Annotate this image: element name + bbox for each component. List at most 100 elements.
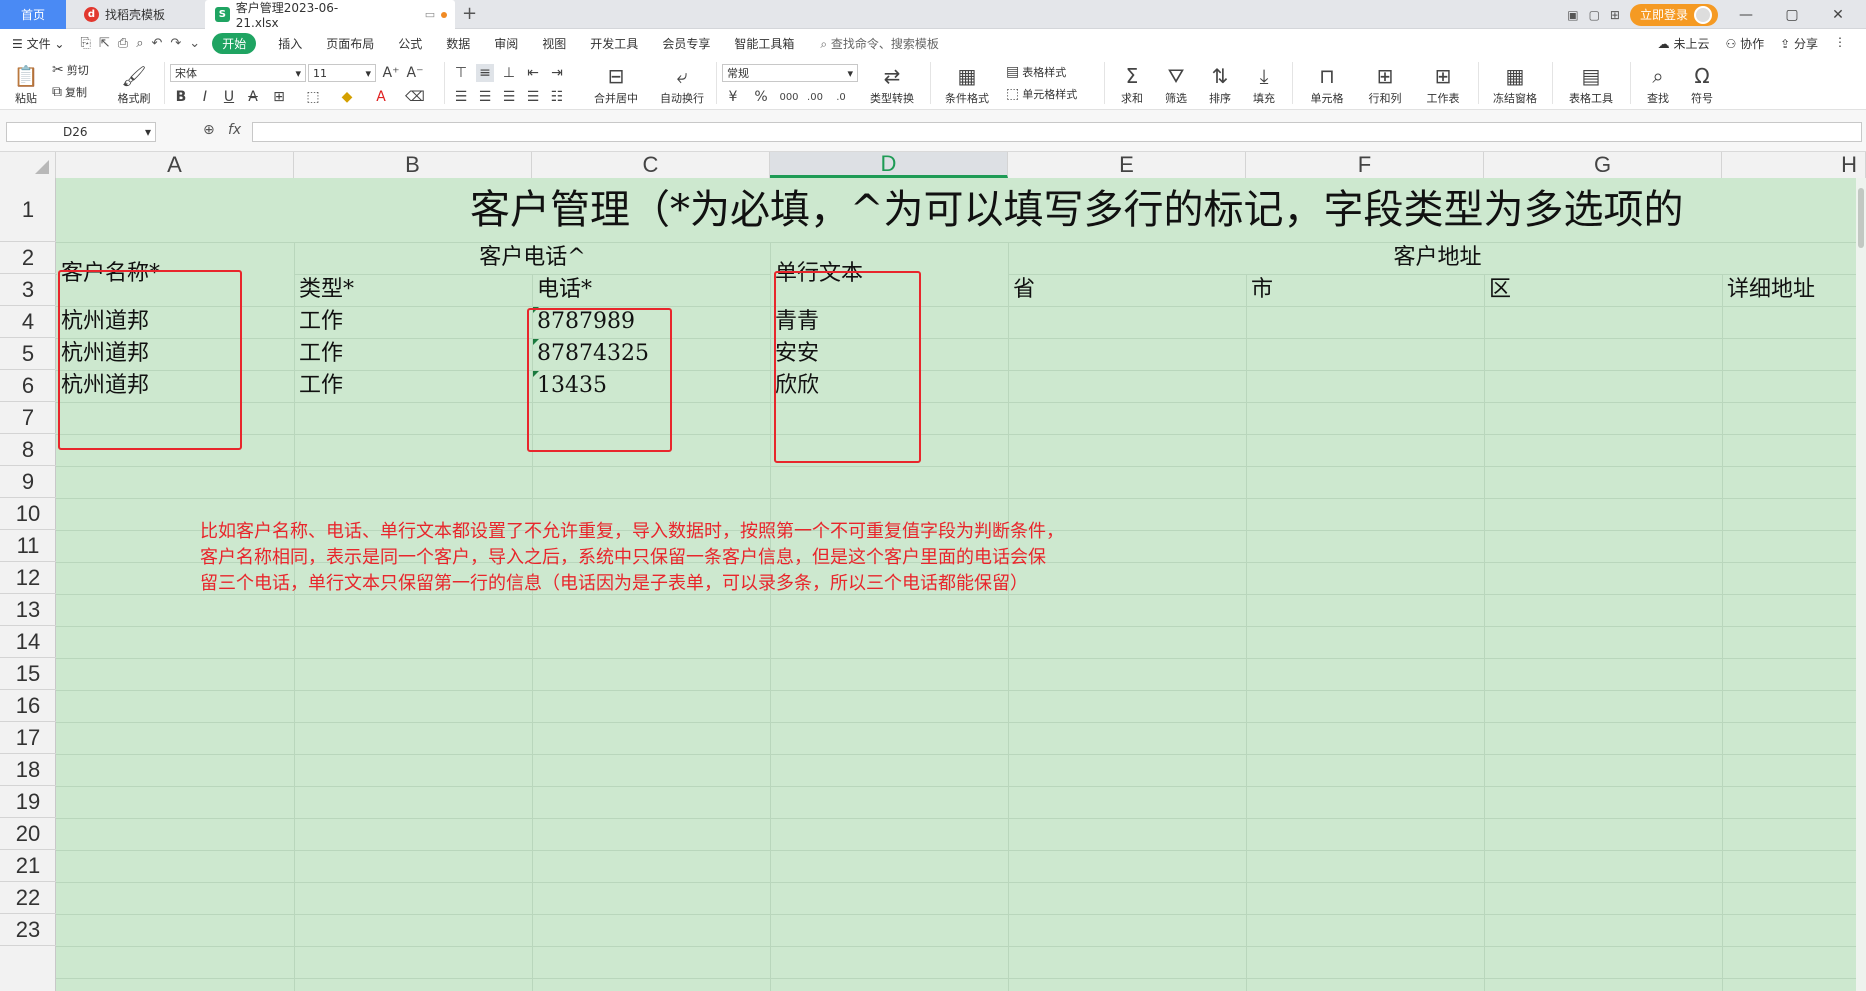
menu-review[interactable]: 审阅 [482, 35, 530, 52]
col-header-h[interactable]: H [1722, 152, 1866, 178]
cell-b2-customer-phone[interactable]: 客户电话^ [295, 242, 770, 274]
cell-c3-phone[interactable]: 电话* [533, 274, 592, 306]
cloud-button[interactable]: ☁ 未上云 [1658, 35, 1710, 52]
cell-b4[interactable]: 工作 [295, 306, 343, 338]
cell-e3-province[interactable]: 省 [1009, 274, 1035, 306]
row-header-9[interactable]: 9 [0, 466, 56, 498]
preview-icon[interactable]: ⌕ [132, 36, 147, 51]
paste-button[interactable]: 📋 粘贴 [8, 60, 44, 106]
filter-button[interactable]: ⛛ 筛选 [1156, 60, 1196, 106]
col-header-a[interactable]: A [56, 152, 294, 178]
table-tools-button[interactable]: ▤ 表格工具 [1560, 60, 1622, 106]
col-header-f[interactable]: F [1246, 152, 1484, 178]
row-header-12[interactable]: 12 [0, 562, 56, 594]
command-search[interactable]: ⌕ 查找命令、搜索模板 [820, 35, 939, 52]
cell-b3-type[interactable]: 类型* [295, 274, 354, 306]
distributed-icon[interactable]: ☷ [548, 88, 566, 106]
sort-button[interactable]: ⇅ 排序 [1200, 60, 1240, 106]
sheet-grid[interactable]: 客户管理（*为必填，^为可以填写多行的标记，字段类型为多选项的 客户名称* 客户… [0, 178, 1866, 991]
save-icon[interactable]: ⎘ [76, 36, 94, 51]
row-header-20[interactable]: 20 [0, 818, 56, 850]
menu-page-layout[interactable]: 页面布局 [314, 35, 386, 52]
bold-icon[interactable]: B [172, 88, 190, 106]
grow-font-icon[interactable]: A⁺ [382, 64, 400, 82]
minimize-icon[interactable]: — [1728, 7, 1764, 23]
cond-format-button[interactable]: ▦ 条件格式 [938, 60, 996, 106]
menu-view[interactable]: 视图 [530, 35, 578, 52]
currency-icon[interactable]: ¥ [724, 88, 742, 106]
indent-increase-icon[interactable]: ⇥ [548, 64, 566, 82]
row-header-19[interactable]: 19 [0, 786, 56, 818]
justify-icon[interactable]: ☰ [524, 88, 542, 106]
more-icon[interactable]: ⌄ [185, 36, 204, 51]
cell-button[interactable]: ⊓ 单元格 [1300, 60, 1354, 106]
row-header-15[interactable]: 15 [0, 658, 56, 690]
format-painter-button[interactable]: 🖌 格式刷 [112, 60, 156, 106]
merge-center-button[interactable]: ⊟ 合并居中 [586, 60, 646, 106]
cell-style-button[interactable]: ⬚ 单元格样式 [1006, 86, 1077, 102]
col-header-e[interactable]: E [1008, 152, 1246, 178]
font-size-select[interactable]: 11 ▾ [308, 64, 376, 82]
fx-button[interactable]: fx [228, 122, 241, 138]
menu-start[interactable]: 开始 [212, 32, 257, 54]
indent-decrease-icon[interactable]: ⇤ [524, 64, 542, 82]
collab-button[interactable]: ⚇ 协作 [1726, 35, 1765, 52]
symbol-button[interactable]: Ω 符号 [1682, 60, 1722, 106]
share-button[interactable]: ⇪ 分享 [1780, 35, 1818, 52]
type-convert-button[interactable]: ⇄ 类型转换 [862, 60, 922, 106]
number-format-select[interactable]: 常规 ▾ [722, 64, 858, 82]
apps-grid-icon[interactable]: ⊞ [1610, 8, 1620, 22]
print-icon[interactable]: ⎙ [114, 36, 132, 51]
scrollbar-thumb[interactable] [1858, 188, 1864, 248]
fill-color-icon[interactable]: ◆ [338, 88, 356, 106]
tab-file[interactable]: S 客户管理2023-06-21.xlsx ▭ [205, 0, 455, 30]
increase-decimal-icon[interactable]: .00 [806, 88, 824, 106]
italic-icon[interactable]: I [196, 88, 214, 106]
zoom-search-icon[interactable]: ⊕ [203, 122, 215, 138]
font-name-select[interactable]: 宋体 ▾ [170, 64, 306, 82]
menu-dev-tools[interactable]: 开发工具 [578, 35, 650, 52]
align-right-icon[interactable]: ☰ [500, 88, 518, 106]
col-header-b[interactable]: B [294, 152, 532, 178]
copy-button[interactable]: ⧉ 复制 [52, 84, 87, 100]
row-header-16[interactable]: 16 [0, 690, 56, 722]
worksheet-button[interactable]: ⊞ 工作表 [1416, 60, 1470, 106]
tab-template[interactable]: d 找稻壳模板 [70, 0, 198, 29]
sheet-title-cell[interactable]: 客户管理（*为必填，^为可以填写多行的标记，字段类型为多选项的 [470, 178, 1684, 242]
row-header-10[interactable]: 10 [0, 498, 56, 530]
menu-insert[interactable]: 插入 [266, 35, 314, 52]
menu-member[interactable]: 会员专享 [650, 35, 722, 52]
shrink-font-icon[interactable]: A⁻ [406, 64, 424, 82]
decrease-decimal-icon[interactable]: .0 [832, 88, 850, 106]
undo-icon[interactable]: ↶ [147, 36, 166, 51]
cell-e2-customer-address[interactable]: 客户地址 [1009, 242, 1866, 274]
table-style-button[interactable]: ▤ 表格样式 [1006, 64, 1066, 80]
thousands-icon[interactable]: 000 [779, 88, 798, 106]
row-header-11[interactable]: 11 [0, 530, 56, 562]
row-header-13[interactable]: 13 [0, 594, 56, 626]
align-top-icon[interactable]: ⊤ [452, 64, 470, 82]
menu-smart-tools[interactable]: 智能工具箱 [722, 35, 806, 52]
row-header-5[interactable]: 5 [0, 338, 56, 370]
row-header-23[interactable]: 23 [0, 914, 56, 946]
find-button[interactable]: ⌕ 查找 [1638, 60, 1678, 106]
close-icon[interactable]: ✕ [1820, 7, 1856, 23]
row-header-1[interactable]: 1 [0, 178, 56, 242]
unsaved-dot-icon[interactable] [441, 11, 447, 18]
row-header-2[interactable]: 2 [0, 242, 56, 274]
new-tab-button[interactable]: + [462, 3, 477, 24]
freeze-panes-button[interactable]: ▦ 冻结窗格 [1484, 60, 1546, 106]
col-header-g[interactable]: G [1484, 152, 1722, 178]
name-box[interactable]: D26 ▾ [6, 122, 156, 142]
border-icon[interactable]: ⊞ [270, 88, 288, 106]
align-middle-icon[interactable]: ≡ [476, 64, 494, 82]
row-header-18[interactable]: 18 [0, 754, 56, 786]
row-header-21[interactable]: 21 [0, 850, 56, 882]
vertical-scrollbar[interactable] [1856, 178, 1866, 991]
cell-g3-district[interactable]: 区 [1485, 274, 1511, 306]
cell-b6[interactable]: 工作 [295, 370, 343, 402]
row-header-3[interactable]: 3 [0, 274, 56, 306]
row-header-6[interactable]: 6 [0, 370, 56, 402]
eraser-icon[interactable]: ⌫ [405, 88, 425, 106]
row-header-8[interactable]: 8 [0, 434, 56, 466]
